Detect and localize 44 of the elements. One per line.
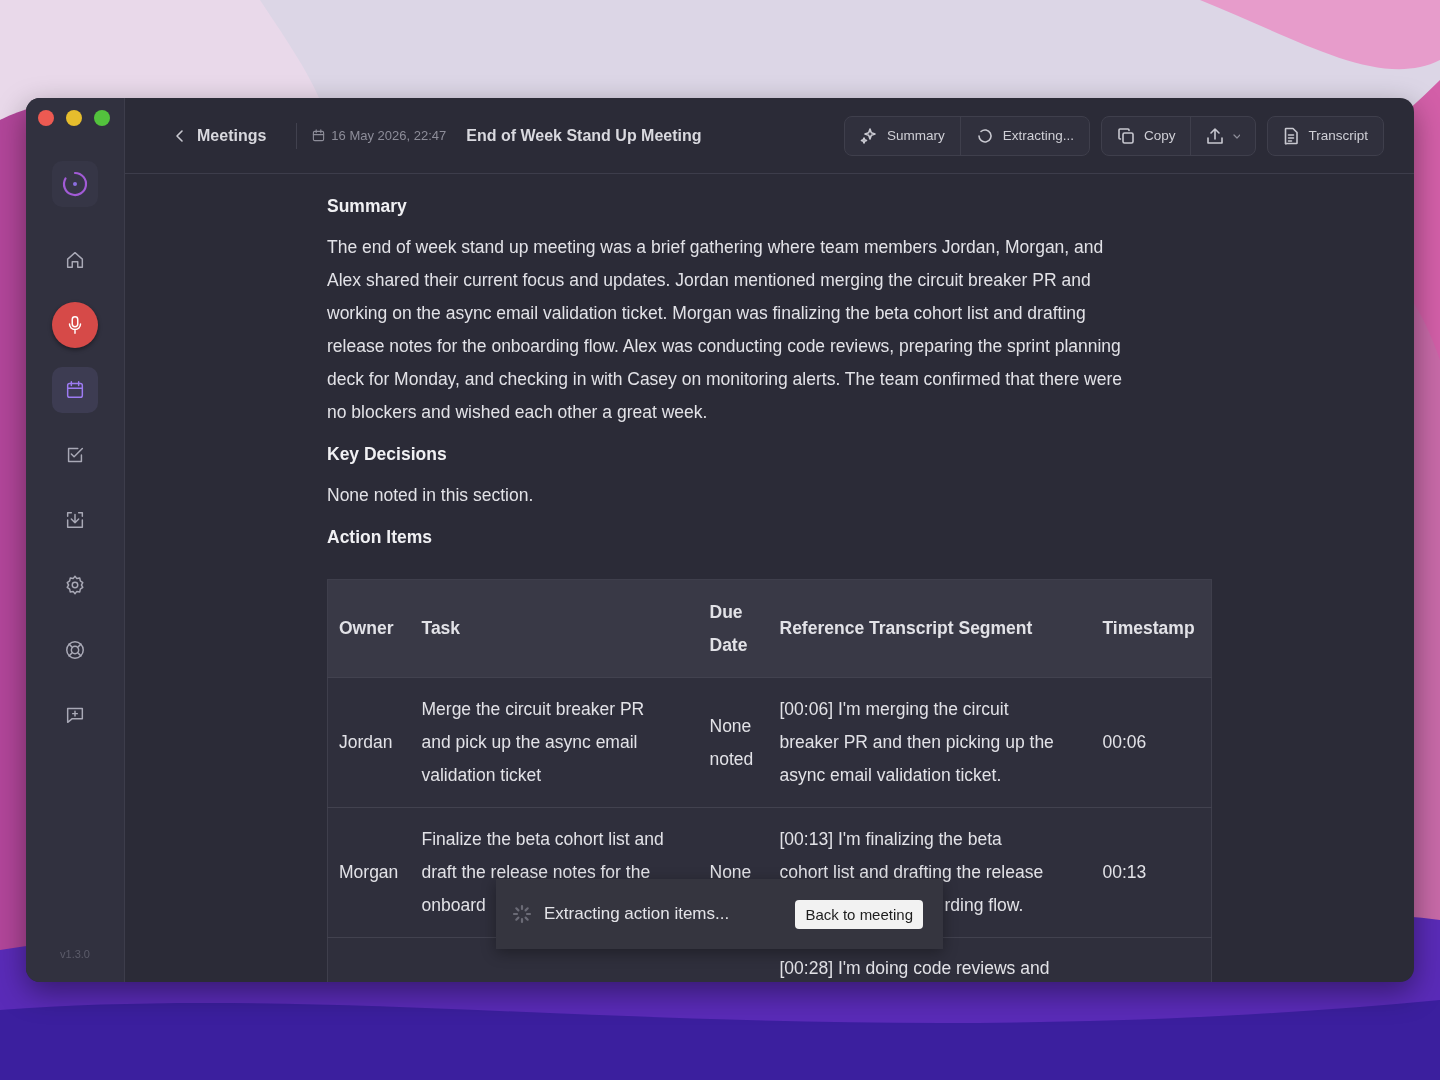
column-header: Due Date: [698, 579, 769, 678]
table-cell: [00:06] I'm merging the circuit breaker PR and then picking up the async email validation ticket.: [768, 677, 1092, 808]
table-cell: 00:06: [1091, 677, 1212, 808]
calendar-icon: [312, 129, 326, 142]
table-cell: 00:13: [1091, 807, 1212, 938]
logo-icon: [60, 169, 90, 199]
column-header: Owner: [327, 579, 411, 678]
section-heading: Summary: [327, 195, 408, 218]
column-header: Task: [410, 579, 699, 678]
close-window-button[interactable]: [38, 110, 54, 126]
sparkle-icon: [859, 126, 878, 145]
column-header: Reference Transcript Segment: [768, 579, 1092, 678]
meeting-title: End of Week Stand Up Meeting: [466, 126, 702, 145]
sidebar-item[interactable]: [52, 302, 98, 348]
zoom-window-button[interactable]: [94, 110, 110, 126]
lifebuoy-icon: [64, 639, 86, 661]
extracting-button[interactable]: Extracting...: [959, 116, 1089, 155]
section-heading: Key Decisions: [327, 443, 448, 466]
meeting-date: 16 May 2026, 22:47: [331, 128, 447, 143]
back-link[interactable]: Meetings: [171, 122, 271, 149]
table-cell: Morgan: [327, 807, 411, 938]
home-icon: [64, 249, 86, 271]
minimize-window-button[interactable]: [66, 110, 82, 126]
share-icon: [1206, 126, 1241, 145]
table-cell: None noted: [698, 677, 769, 808]
chevron-left-icon: [175, 128, 185, 143]
settings-icon: [64, 574, 86, 596]
copy-icon: [1116, 126, 1135, 145]
document-icon: [1283, 126, 1300, 145]
cell-text: rding flow.: [944, 894, 1024, 917]
transcript-button[interactable]: Transcript: [1268, 116, 1383, 155]
decisions-text: None noted in this section.: [327, 484, 535, 507]
table-cell: Jordan: [327, 677, 411, 808]
column-header: Timestamp: [1091, 579, 1212, 678]
table-cell: Merge the circuit breaker PR and pick up the async email validation ticket: [410, 677, 699, 808]
back-to-meeting-button[interactable]: Back to meeting: [795, 899, 923, 929]
spinner-icon: [512, 904, 532, 924]
summary-button[interactable]: Summary: [844, 116, 960, 155]
app-logo[interactable]: [52, 161, 98, 207]
spinner-icon: [975, 126, 994, 145]
download-icon: [64, 509, 86, 531]
section-heading: Action Items: [327, 526, 434, 549]
calendar-icon: [64, 379, 86, 401]
summary-paragraph: The end of week stand up meeting was a brief gathering where team members Jordan, Morgan, and Alex shared their current focus and updates. Jordan mentioned merging the circuit breaker PR and working on the async email validation ticket. Morgan was finalizing the beta cohort list and drafting release notes for the onboarding flow. Alex was conducting code reviews, preparing the sprint planning deck for Monday, and checking in with Casey on monitoring alerts. The team confirmed that there were no blockers and wished each other a great week.: [327, 236, 1124, 424]
